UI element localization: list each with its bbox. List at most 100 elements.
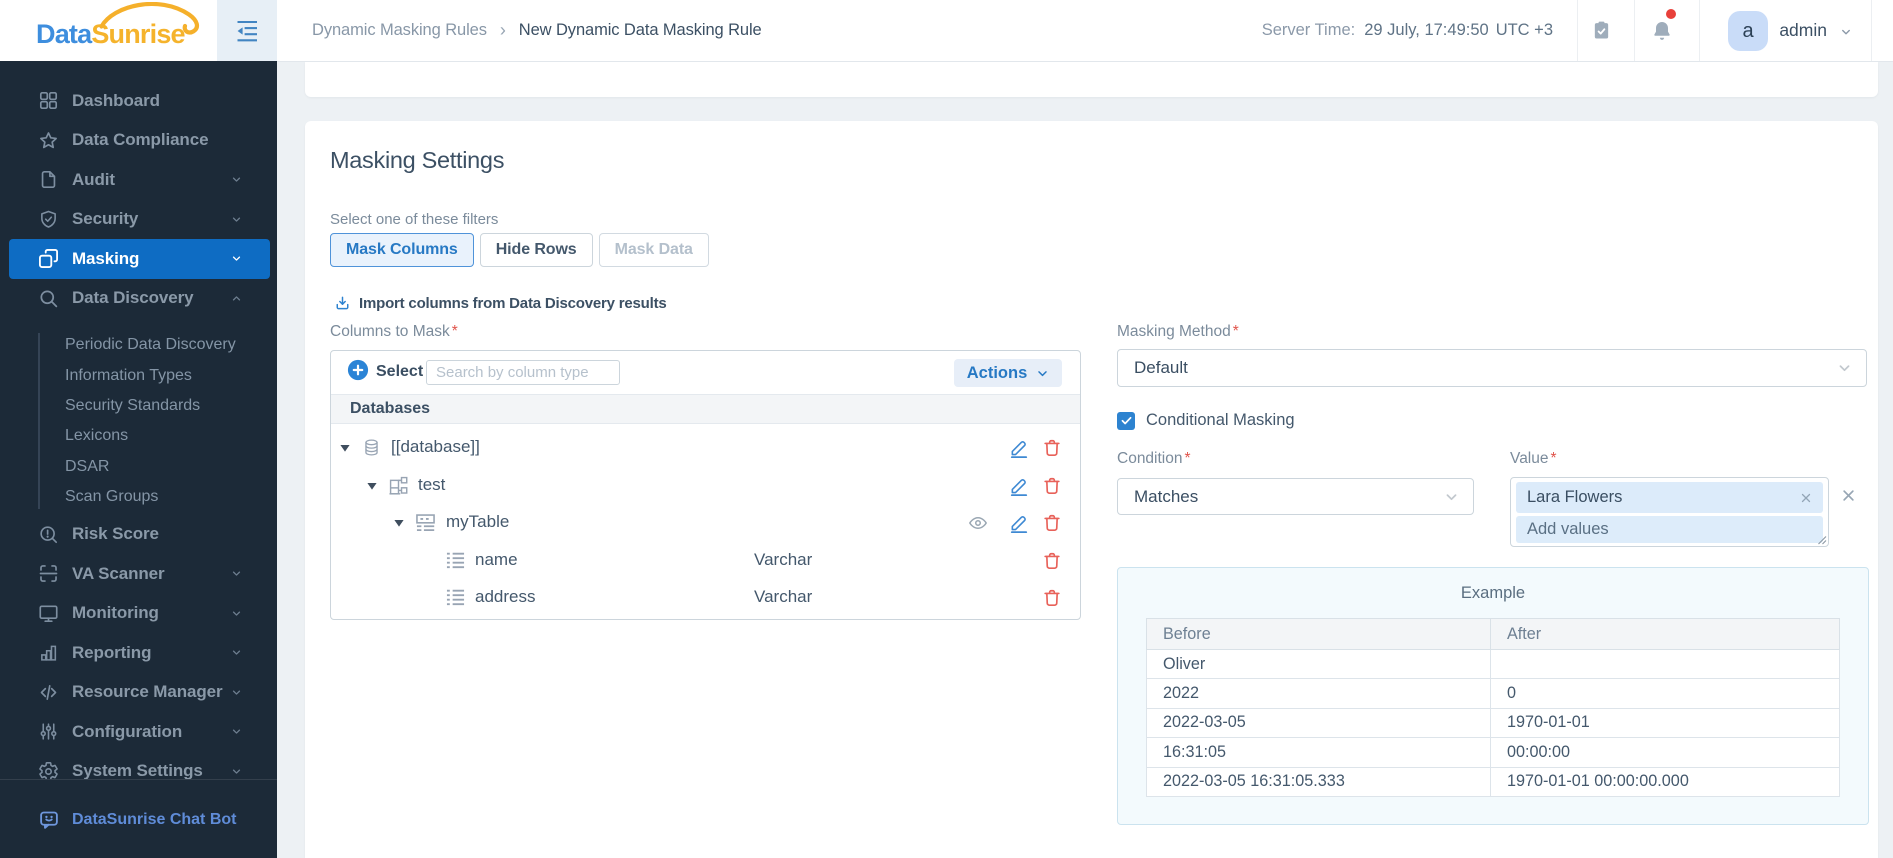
example-table: Before After Oliver 2022 0 2022-03-05 1970…	[1146, 618, 1840, 797]
clear-values-button[interactable]	[1841, 488, 1856, 503]
add-column-button[interactable]	[347, 359, 369, 381]
chevron-down-icon	[231, 766, 242, 777]
tree-row-schema[interactable]: test	[331, 467, 1080, 505]
sidebar-item-label: System Settings	[72, 761, 203, 779]
tree-row-column-address[interactable]: address Varchar	[331, 579, 1080, 617]
sidebar-divider	[0, 779, 277, 780]
tasks-button[interactable]	[1578, 0, 1624, 61]
masking-method-label: Masking Method *	[1117, 323, 1239, 340]
topbar: Dynamic Masking Rules › New Dynamic Data…	[277, 0, 1893, 62]
value-tag: Lara Flowers	[1516, 482, 1823, 513]
topbar-divider	[1699, 0, 1700, 61]
tree-row-table[interactable]: myTable	[331, 504, 1080, 542]
download-icon	[334, 295, 351, 312]
conditional-masking-checkbox[interactable]	[1117, 411, 1135, 430]
remove-value-icon[interactable]	[1800, 492, 1812, 504]
example-cell: 16:31:05	[1146, 737, 1491, 768]
notifications-button[interactable]	[1635, 0, 1689, 61]
avatar[interactable]: a	[1728, 11, 1768, 51]
sidebar-item-system-settings[interactable]: System Settings	[0, 751, 277, 779]
sidebar-item-security[interactable]: Security	[0, 200, 277, 240]
sidebar-subitem-dsar[interactable]: DSAR	[65, 452, 277, 482]
delete-button[interactable]	[1042, 513, 1062, 533]
delete-button[interactable]	[1042, 551, 1062, 571]
example-row: 2022 0	[1146, 678, 1840, 709]
delete-button[interactable]	[1042, 588, 1062, 608]
sidebar-item-masking[interactable]: Masking	[9, 239, 270, 279]
breadcrumb-dynamic-masking-rules[interactable]: Dynamic Masking Rules	[312, 21, 487, 40]
masking-method-select[interactable]: Default	[1117, 349, 1867, 387]
value-tag-text: Lara Flowers	[1527, 488, 1623, 506]
delete-button[interactable]	[1042, 438, 1062, 458]
sidebar-item-va-scanner[interactable]: VA Scanner	[0, 554, 277, 594]
sidebar-item-chatbot[interactable]: DataSunrise Chat Bot	[0, 799, 277, 841]
sidebar-subitem-scan-groups[interactable]: Scan Groups	[65, 482, 277, 512]
sliders-icon	[38, 721, 59, 742]
hide-rows-button[interactable]: Hide Rows	[479, 233, 593, 267]
user-menu-chevron-icon[interactable]	[1840, 26, 1852, 38]
search-icon	[38, 288, 59, 309]
tree-row-column-name[interactable]: name Varchar	[331, 542, 1080, 580]
schema-icon	[389, 476, 408, 495]
add-values-input[interactable]: Add values	[1516, 516, 1823, 543]
caret-down-icon[interactable]	[367, 482, 377, 490]
import-columns-link[interactable]: Import columns from Data Discovery resul…	[334, 295, 667, 312]
mask-columns-button[interactable]: Mask Columns	[330, 233, 474, 267]
user-menu[interactable]: admin	[1779, 0, 1827, 61]
sidebar-item-configuration[interactable]: Configuration	[0, 712, 277, 752]
resize-handle-icon[interactable]	[1817, 535, 1827, 545]
delete-button[interactable]	[1042, 476, 1062, 496]
tree-row-database[interactable]: [[database]]	[331, 429, 1080, 467]
edit-button[interactable]	[1009, 513, 1029, 533]
user-name: admin	[1779, 20, 1827, 40]
chevron-down-icon	[1837, 361, 1852, 376]
edit-button[interactable]	[1009, 438, 1029, 458]
sidebar-item-data-discovery[interactable]: Data Discovery	[0, 279, 277, 319]
example-row: 2022-03-05 16:31:05.333 1970-01-01 00:00:…	[1146, 766, 1840, 797]
sidebar-collapse-button[interactable]	[217, 0, 277, 61]
actions-label: Actions	[966, 363, 1028, 382]
example-row: 2022-03-05 1970-01-01	[1146, 707, 1840, 739]
sidebar-subitem-security-standards[interactable]: Security Standards	[65, 391, 277, 421]
sidebar-item-data-compliance[interactable]: Data Compliance	[0, 121, 277, 161]
avatar-initial: a	[1742, 19, 1754, 42]
column-datatype: Varchar	[754, 549, 813, 569]
actions-button[interactable]: Actions	[954, 359, 1062, 387]
example-cell: 2022	[1146, 678, 1491, 709]
server-time: Server Time: 29 July, 17:49:50 UTC +3	[1262, 0, 1553, 61]
example-row: Oliver	[1146, 648, 1840, 680]
chevron-down-icon	[231, 214, 242, 225]
filters-label: Select one of these filters	[330, 211, 499, 228]
sidebar-item-dashboard[interactable]: Dashboard	[0, 81, 277, 121]
sidebar-item-label: Dashboard	[72, 90, 160, 110]
preview-button[interactable]	[968, 513, 988, 533]
sidebar-item-reporting[interactable]: Reporting	[0, 633, 277, 673]
columns-icon	[446, 588, 465, 607]
search-column-input[interactable]	[426, 360, 620, 385]
chat-bot-icon	[38, 809, 60, 831]
sidebar-subitem-lexicons[interactable]: Lexicons	[65, 421, 277, 451]
server-time-label: Server Time:	[1261, 21, 1356, 39]
server-time-value: 29 July, 17:49:50	[1364, 21, 1489, 39]
star-icon	[38, 130, 59, 151]
sidebar-item-audit[interactable]: Audit	[0, 160, 277, 200]
menu-fold-icon	[236, 20, 258, 42]
sidebar-item-monitoring[interactable]: Monitoring	[0, 593, 277, 633]
previous-card-bottom	[305, 62, 1878, 97]
sidebar-item-resource-manager[interactable]: Resource Manager	[0, 672, 277, 712]
sidebar-subitem-periodic-data-discovery[interactable]: Periodic Data Discovery	[65, 330, 277, 360]
database-icon	[362, 438, 381, 457]
mask-data-button[interactable]: Mask Data	[598, 233, 709, 267]
edit-button[interactable]	[1009, 476, 1029, 496]
example-cell: 00:00:00	[1490, 737, 1840, 768]
caret-down-icon[interactable]	[340, 444, 350, 452]
example-col-before: Before	[1146, 618, 1491, 650]
condition-select[interactable]: Matches	[1117, 478, 1474, 515]
caret-down-icon[interactable]	[394, 519, 404, 527]
sidebar-item-label: Risk Score	[72, 524, 159, 544]
example-cell: 0	[1490, 678, 1840, 709]
masking-icon	[38, 248, 59, 269]
sidebar-subitem-information-types[interactable]: Information Types	[65, 360, 277, 390]
datasunrise-logo[interactable]: Data Sunrise	[36, 0, 200, 61]
sidebar-item-risk-score[interactable]: Risk Score	[0, 514, 277, 554]
